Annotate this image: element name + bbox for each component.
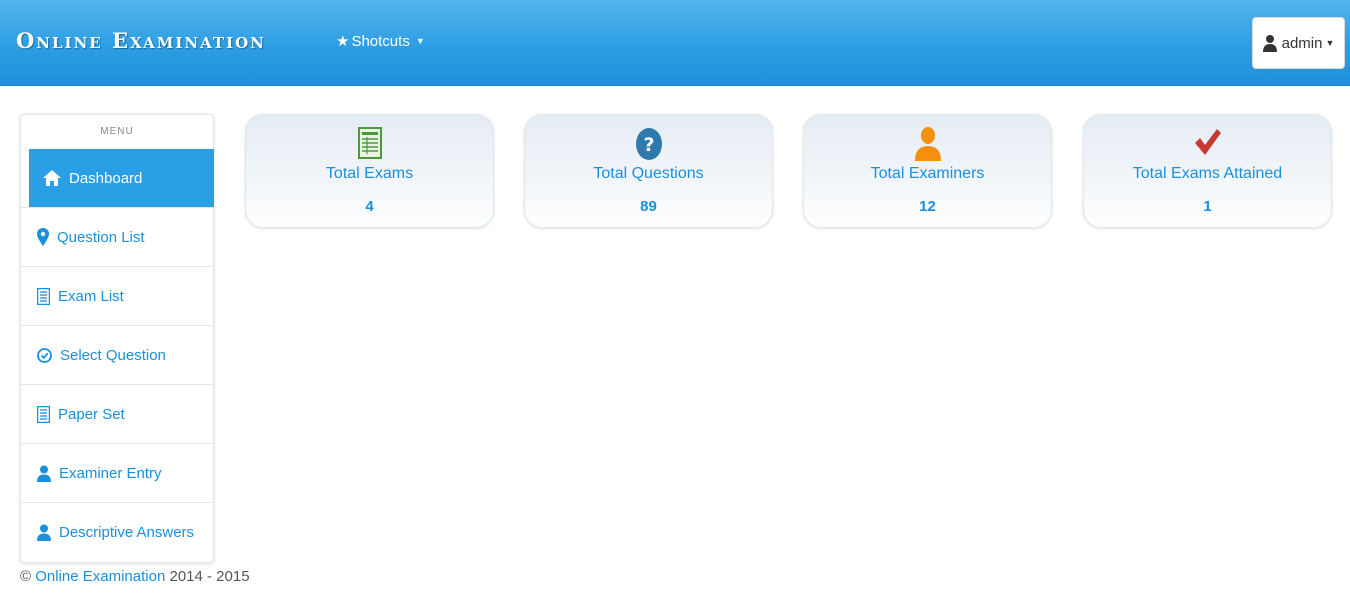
sidebar-item-label: Question List	[57, 228, 145, 246]
stat-card-total-exams[interactable]: Total Exams 4	[245, 114, 494, 228]
user-icon	[37, 524, 51, 541]
sidebar-item-question-list[interactable]: Question List	[21, 207, 213, 266]
footer-link[interactable]: Online Examination	[35, 568, 165, 585]
sidebar-item-label: Dashboard	[69, 169, 143, 187]
sidebar-item-label: Exam List	[58, 287, 124, 305]
spreadsheet-icon	[357, 127, 382, 159]
stat-card-total-exams-attained[interactable]: Total Exams Attained 1	[1083, 114, 1332, 228]
footer-years: 2014 - 2015	[169, 568, 250, 585]
user-label: admin	[1281, 34, 1323, 52]
shortcuts-label: Shotcuts	[351, 32, 410, 50]
stat-label: Total Exams Attained	[1132, 165, 1283, 182]
sidebar-item-select-question[interactable]: Select Question	[21, 325, 213, 384]
user-icon	[37, 465, 51, 482]
star-icon: ★	[336, 33, 350, 50]
sidebar-menu: MENU Dashboard Question List Exam List S…	[20, 114, 214, 563]
document-icon	[37, 287, 50, 305]
top-navbar: Online Examination ★ Shotcuts ▼ admin ▼	[0, 0, 1350, 86]
sidebar-item-label: Paper Set	[58, 405, 125, 423]
svg-text:?: ?	[643, 134, 654, 156]
menu-title: MENU	[100, 126, 134, 137]
stat-label: Total Questions	[593, 165, 704, 182]
user-icon	[1262, 35, 1277, 52]
caret-down-icon: ▼	[1325, 38, 1335, 48]
sidebar-item-label: Examiner Entry	[59, 464, 162, 482]
user-icon	[914, 127, 941, 161]
stat-label: Total Exams	[325, 165, 414, 182]
check-circle-icon	[37, 347, 52, 363]
sidebar-item-label: Select Question	[60, 346, 166, 364]
sidebar-item-descriptive-answers[interactable]: Descriptive Answers	[21, 502, 213, 561]
shortcuts-dropdown[interactable]: ★ Shotcuts ▼	[336, 32, 425, 51]
document-icon	[37, 405, 50, 423]
sidebar-item-label: Descriptive Answers	[59, 523, 195, 541]
stat-card-total-examiners[interactable]: Total Examiners 12	[803, 114, 1052, 228]
caret-down-icon: ▼	[415, 36, 425, 46]
home-icon	[43, 170, 61, 186]
question-circle-icon: ?	[635, 128, 662, 160]
stat-card-total-questions[interactable]: ? Total Questions 89	[524, 114, 773, 228]
user-menu-button[interactable]: admin ▼	[1252, 17, 1345, 69]
stat-value: 12	[919, 198, 936, 215]
stat-value: 4	[365, 198, 374, 215]
brand-title[interactable]: Online Examination	[16, 28, 266, 53]
marker-icon	[37, 228, 49, 246]
stat-value: 1	[1203, 198, 1212, 215]
checkmark-icon	[1194, 129, 1221, 155]
sidebar-item-exam-list[interactable]: Exam List	[21, 266, 213, 325]
copyright-symbol: ©	[20, 568, 32, 585]
sidebar-item-dashboard[interactable]: Dashboard	[29, 149, 214, 207]
stat-value: 89	[640, 198, 657, 215]
sidebar-item-paper-set[interactable]: Paper Set	[21, 384, 213, 443]
footer: © Online Examination 2014 - 2015	[20, 568, 250, 585]
stat-label: Total Examiners	[870, 165, 985, 182]
sidebar-item-examiner-entry[interactable]: Examiner Entry	[21, 443, 213, 502]
